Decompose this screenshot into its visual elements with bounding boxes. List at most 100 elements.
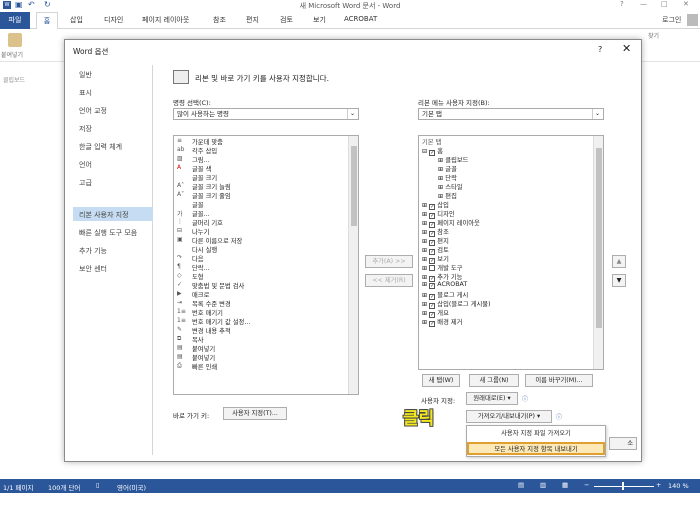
expand-icon[interactable]: ⊞ bbox=[422, 319, 429, 326]
nav-trust-center[interactable]: 보안 센터 bbox=[79, 264, 107, 274]
tree-scrollbar[interactable] bbox=[593, 136, 603, 369]
nav-addins[interactable]: 추가 기능 bbox=[79, 246, 107, 256]
reset-dropdown-button[interactable]: 원래대로(E) ▾ bbox=[466, 392, 518, 405]
commands-list[interactable]: ≡ 가운데 맞춤 ab 각주 삽입 ▨ 그림... A 글꼴 색 글꼴 크기 A˄ 글꼴 … bbox=[173, 135, 359, 395]
word-count[interactable]: 100개 단어 bbox=[48, 482, 80, 492]
tab-references[interactable]: 참조 bbox=[213, 15, 226, 25]
avatar[interactable] bbox=[687, 14, 698, 26]
expand-icon[interactable]: ⊞ bbox=[422, 211, 429, 218]
maximize-button[interactable]: □ bbox=[661, 0, 668, 8]
page-count[interactable]: 1/1 페이지 bbox=[3, 482, 33, 492]
scrollbar-thumb[interactable] bbox=[596, 148, 602, 328]
list-item[interactable]: 단락... bbox=[192, 263, 210, 272]
new-tab-button[interactable]: 새 탭(W) bbox=[422, 374, 460, 387]
list-item[interactable]: 다음 bbox=[192, 254, 204, 263]
ribbon-select[interactable]: 기본 탭 ⌄ bbox=[418, 108, 604, 120]
list-item[interactable]: 각주 삽입 bbox=[192, 146, 217, 155]
list-item[interactable]: 가운데 맞춤 bbox=[192, 137, 223, 146]
tree-item[interactable]: ⊞ 편집 bbox=[438, 191, 457, 200]
nav-advanced[interactable]: 고급 bbox=[79, 178, 92, 188]
expand-icon[interactable]: ⊞ bbox=[422, 310, 429, 317]
expand-icon[interactable]: ⊞ bbox=[422, 247, 429, 254]
ribbon-tree[interactable]: 기본 탭 ⊟ ✓ 홈 ⊞ 클립보드 ⊞ 글꼴 ⊞ 단락 ⊞ 스타일 ⊞ 편집 ⊞ ✓ 삽입 ⊞ ✓… bbox=[418, 135, 604, 370]
tree-item[interactable]: ⊞ 개발 도구 bbox=[422, 263, 462, 272]
tree-item[interactable]: ⊞ 스타일 bbox=[438, 182, 463, 191]
cancel-button[interactable]: 소 bbox=[609, 437, 637, 450]
menu-item-export-all-customizations[interactable]: 모든 사용자 지정 항목 내보내기 bbox=[467, 442, 605, 455]
expand-icon[interactable]: ⊞ bbox=[422, 265, 429, 272]
expand-icon[interactable]: ⊞ bbox=[422, 301, 429, 308]
list-item[interactable]: 글꼴 크기 bbox=[192, 173, 217, 182]
list-item[interactable]: 글꼴 크기 줄임 bbox=[192, 191, 231, 200]
list-item[interactable]: 번호 매기기 bbox=[192, 308, 223, 317]
list-item[interactable]: 붙여넣기 bbox=[192, 353, 215, 362]
add-button[interactable]: 추가(A) >> bbox=[365, 255, 413, 268]
zoom-in-icon[interactable]: + bbox=[656, 481, 661, 489]
nav-language[interactable]: 언어 bbox=[79, 160, 92, 170]
list-item[interactable]: 번호 매기기 값 설정... bbox=[192, 317, 250, 326]
list-item[interactable]: 빠른 인쇄 bbox=[192, 362, 217, 371]
expand-icon[interactable]: ⊟ bbox=[422, 148, 429, 155]
tree-item[interactable]: ⊞ ✓ ACROBAT bbox=[422, 281, 467, 289]
list-item[interactable]: 맞춤법 및 문법 검사 bbox=[192, 281, 244, 290]
tab-acrobat[interactable]: ACROBAT bbox=[344, 15, 377, 23]
list-item[interactable]: 목록 수준 변경 bbox=[192, 299, 231, 308]
list-item[interactable]: 매크로 bbox=[192, 290, 209, 299]
tree-item[interactable]: ⊞ 단락 bbox=[438, 173, 457, 182]
move-up-button[interactable]: ▲ bbox=[612, 255, 626, 268]
import-export-button[interactable]: 가져오기/내보내기(P) ▾ bbox=[466, 410, 552, 423]
list-item[interactable]: 글꼴... bbox=[192, 209, 210, 218]
nav-customize-ribbon[interactable]: 리본 사용자 지정 bbox=[79, 210, 129, 220]
language-status[interactable]: 영어(미국) bbox=[117, 482, 146, 492]
nav-general[interactable]: 일반 bbox=[79, 70, 92, 80]
expand-icon[interactable]: ⊞ bbox=[422, 202, 429, 209]
minimize-button[interactable]: — bbox=[640, 0, 647, 8]
tab-layout[interactable]: 페이지 레이아웃 bbox=[142, 15, 189, 25]
list-item[interactable]: 글꼴 크기 늘림 bbox=[192, 182, 231, 191]
list-item[interactable]: 글꼴 색 bbox=[192, 164, 211, 173]
rename-button[interactable]: 이름 바꾸기(M)... bbox=[525, 374, 593, 387]
customize-shortcut-button[interactable]: 사용자 지정(T)... bbox=[223, 407, 287, 420]
tree-item[interactable]: ⊞ 클립보드 bbox=[438, 155, 468, 164]
zoom-out-icon[interactable]: − bbox=[584, 481, 589, 489]
tab-file[interactable]: 파일 bbox=[0, 12, 30, 29]
proofing-icon[interactable]: ▯ bbox=[96, 481, 100, 489]
read-mode-icon[interactable]: ▤ bbox=[518, 481, 524, 489]
expand-icon[interactable]: ⊞ bbox=[422, 292, 429, 299]
list-item[interactable]: 다른 이름으로 저장 bbox=[192, 236, 242, 245]
print-layout-icon[interactable]: ▥ bbox=[540, 481, 546, 489]
window-help[interactable]: ? bbox=[620, 0, 624, 8]
nav-display[interactable]: 표시 bbox=[79, 88, 92, 98]
list-item[interactable]: 복사 bbox=[192, 335, 204, 344]
list-item[interactable]: 붙여넣기 bbox=[192, 344, 215, 353]
checkbox[interactable] bbox=[429, 265, 436, 271]
tree-item[interactable]: ⊞ 글꼴 bbox=[438, 164, 457, 173]
tab-mailings[interactable]: 편지 bbox=[246, 15, 259, 25]
list-item[interactable]: 나누기 bbox=[192, 227, 209, 236]
expand-icon[interactable]: ⊞ bbox=[422, 238, 429, 245]
tab-view[interactable]: 보기 bbox=[313, 15, 326, 25]
expand-icon[interactable]: ⊞ bbox=[422, 256, 429, 263]
scrollbar-thumb[interactable] bbox=[351, 146, 357, 226]
checkbox[interactable]: ✓ bbox=[429, 283, 436, 289]
menu-item-import-customizations[interactable]: 사용자 지정 파일 가져오기 bbox=[467, 427, 605, 440]
expand-icon[interactable]: ⊞ bbox=[422, 274, 429, 281]
checkbox[interactable]: ✓ bbox=[429, 150, 436, 156]
web-layout-icon[interactable]: ▦ bbox=[562, 481, 568, 489]
tab-design[interactable]: 디자인 bbox=[104, 15, 123, 25]
move-down-button[interactable]: ▼ bbox=[612, 274, 626, 287]
list-item[interactable]: 도형 bbox=[192, 272, 204, 281]
sign-in-link[interactable]: 로그인 bbox=[662, 15, 681, 25]
nav-korean-input[interactable]: 한글 입력 체계 bbox=[79, 142, 122, 152]
nav-quick-access[interactable]: 빠른 실행 도구 모음 bbox=[79, 228, 137, 238]
list-item[interactable]: 다시 실행 bbox=[192, 245, 217, 254]
zoom-level[interactable]: 140 % bbox=[668, 482, 689, 490]
tab-home[interactable]: 홈 bbox=[36, 12, 58, 29]
list-item[interactable]: 글꼴 bbox=[192, 200, 204, 209]
checkbox[interactable]: ✓ bbox=[429, 321, 436, 327]
commands-select[interactable]: 많이 사용하는 명령 ⌄ bbox=[173, 108, 359, 120]
zoom-slider-thumb[interactable] bbox=[622, 482, 624, 490]
expand-icon[interactable]: ⊞ bbox=[422, 220, 429, 227]
zoom-slider[interactable] bbox=[594, 486, 654, 487]
list-item[interactable]: 변경 내용 추적 bbox=[192, 326, 231, 335]
